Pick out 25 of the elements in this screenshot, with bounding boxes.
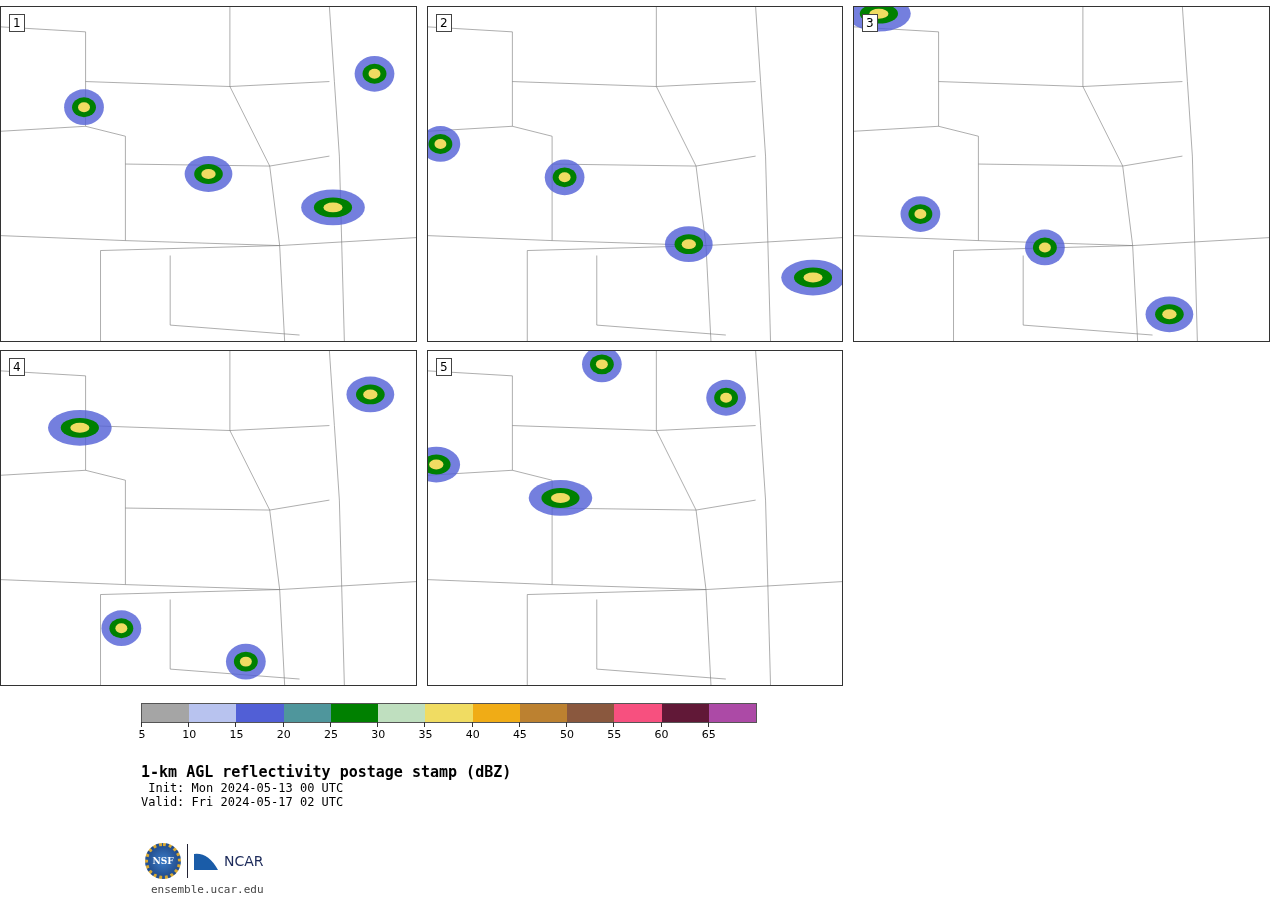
scale-tick-label: 5 xyxy=(138,728,146,741)
panel-number: 1 xyxy=(9,14,25,32)
scale-tick-label: 45 xyxy=(512,728,527,741)
scale-tick-label: 35 xyxy=(418,728,433,741)
ncar-logo: NCAR xyxy=(224,853,264,869)
panel-number: 2 xyxy=(436,14,452,32)
site-url: ensemble.ucar.edu xyxy=(151,883,265,896)
scale-tick-label: 65 xyxy=(701,728,716,741)
scale-tick-label: 30 xyxy=(371,728,386,741)
scale-tick-label: 20 xyxy=(276,728,291,741)
panel-number: 4 xyxy=(9,358,25,376)
scale-tick-label: 25 xyxy=(323,728,338,741)
scale-tick-label: 10 xyxy=(182,728,197,741)
init-time: Init: Mon 2024-05-13 00 UTC xyxy=(147,781,345,795)
scale-tick-label: 40 xyxy=(465,728,480,741)
swoosh-icon xyxy=(194,852,218,870)
scale-tick-label: 15 xyxy=(229,728,244,741)
scale-tick-label: 50 xyxy=(560,728,575,741)
panel-number: 5 xyxy=(436,358,452,376)
panel-number: 3 xyxy=(862,14,878,32)
scale-tick-label: 60 xyxy=(654,728,669,741)
nsf-logo: NSF xyxy=(145,843,181,879)
scale-tick-label: 55 xyxy=(607,728,622,741)
chart-title: 1-km AGL reflectivity postage stamp (dBZ) xyxy=(141,763,513,781)
valid-time: Valid: Fri 2024-05-17 02 UTC xyxy=(141,795,345,809)
